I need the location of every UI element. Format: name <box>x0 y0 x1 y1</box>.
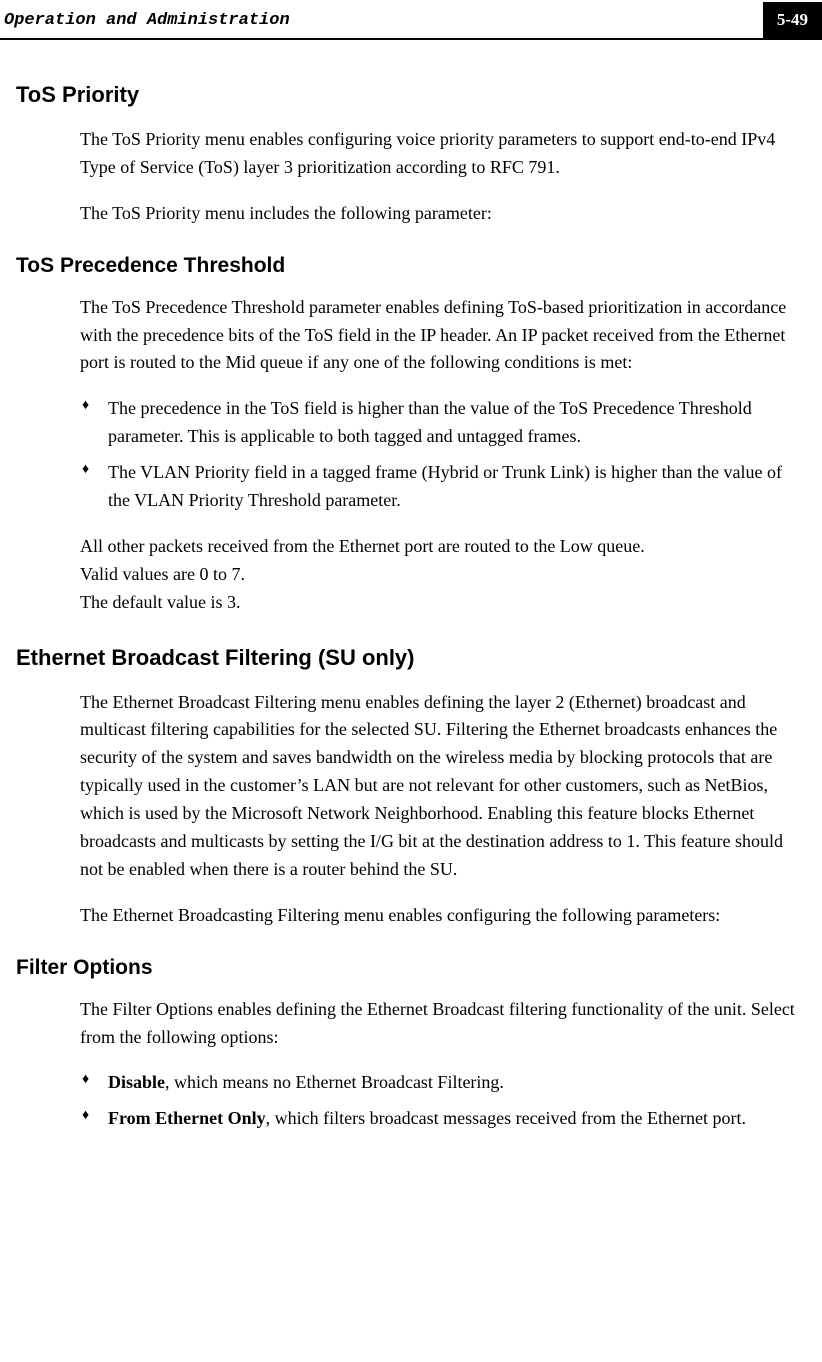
header-title: Operation and Administration <box>0 11 290 30</box>
bullet-item: Disable, which means no Ethernet Broadca… <box>80 1069 806 1097</box>
body-text: Valid values are 0 to 7. <box>80 561 806 589</box>
body-text: The default value is 3. <box>80 589 806 617</box>
body-text: The Ethernet Broadcasting Filtering menu… <box>80 902 806 930</box>
bullet-list: The precedence in the ToS field is highe… <box>80 395 806 515</box>
bullet-item: The precedence in the ToS field is highe… <box>80 395 806 451</box>
page-number: 5-49 <box>763 2 822 38</box>
page-header: Operation and Administration 5-49 <box>0 0 822 40</box>
bullet-text: , which filters broadcast messages recei… <box>266 1108 746 1128</box>
bullet-list: Disable, which means no Ethernet Broadca… <box>80 1069 806 1133</box>
body-text: All other packets received from the Ethe… <box>80 533 806 561</box>
heading-ethernet-broadcast-filtering: Ethernet Broadcast Filtering (SU only) <box>16 645 806 671</box>
heading-tos-priority: ToS Priority <box>16 82 806 108</box>
bold-term: From Ethernet Only <box>108 1108 266 1128</box>
heading-filter-options: Filter Options <box>16 956 806 980</box>
bold-term: Disable <box>108 1072 165 1092</box>
body-text: The ToS Precedence Threshold parameter e… <box>80 294 806 378</box>
bullet-text: , which means no Ethernet Broadcast Filt… <box>165 1072 504 1092</box>
body-text: The Filter Options enables defining the … <box>80 996 806 1052</box>
page-content: ToS Priority The ToS Priority menu enabl… <box>0 40 822 1171</box>
body-text: The ToS Priority menu includes the follo… <box>80 200 806 228</box>
body-text: The Ethernet Broadcast Filtering menu en… <box>80 689 806 884</box>
bullet-item: The VLAN Priority field in a tagged fram… <box>80 459 806 515</box>
body-text: The ToS Priority menu enables configurin… <box>80 126 806 182</box>
heading-tos-precedence: ToS Precedence Threshold <box>16 254 806 278</box>
bullet-item: From Ethernet Only, which filters broadc… <box>80 1105 806 1133</box>
